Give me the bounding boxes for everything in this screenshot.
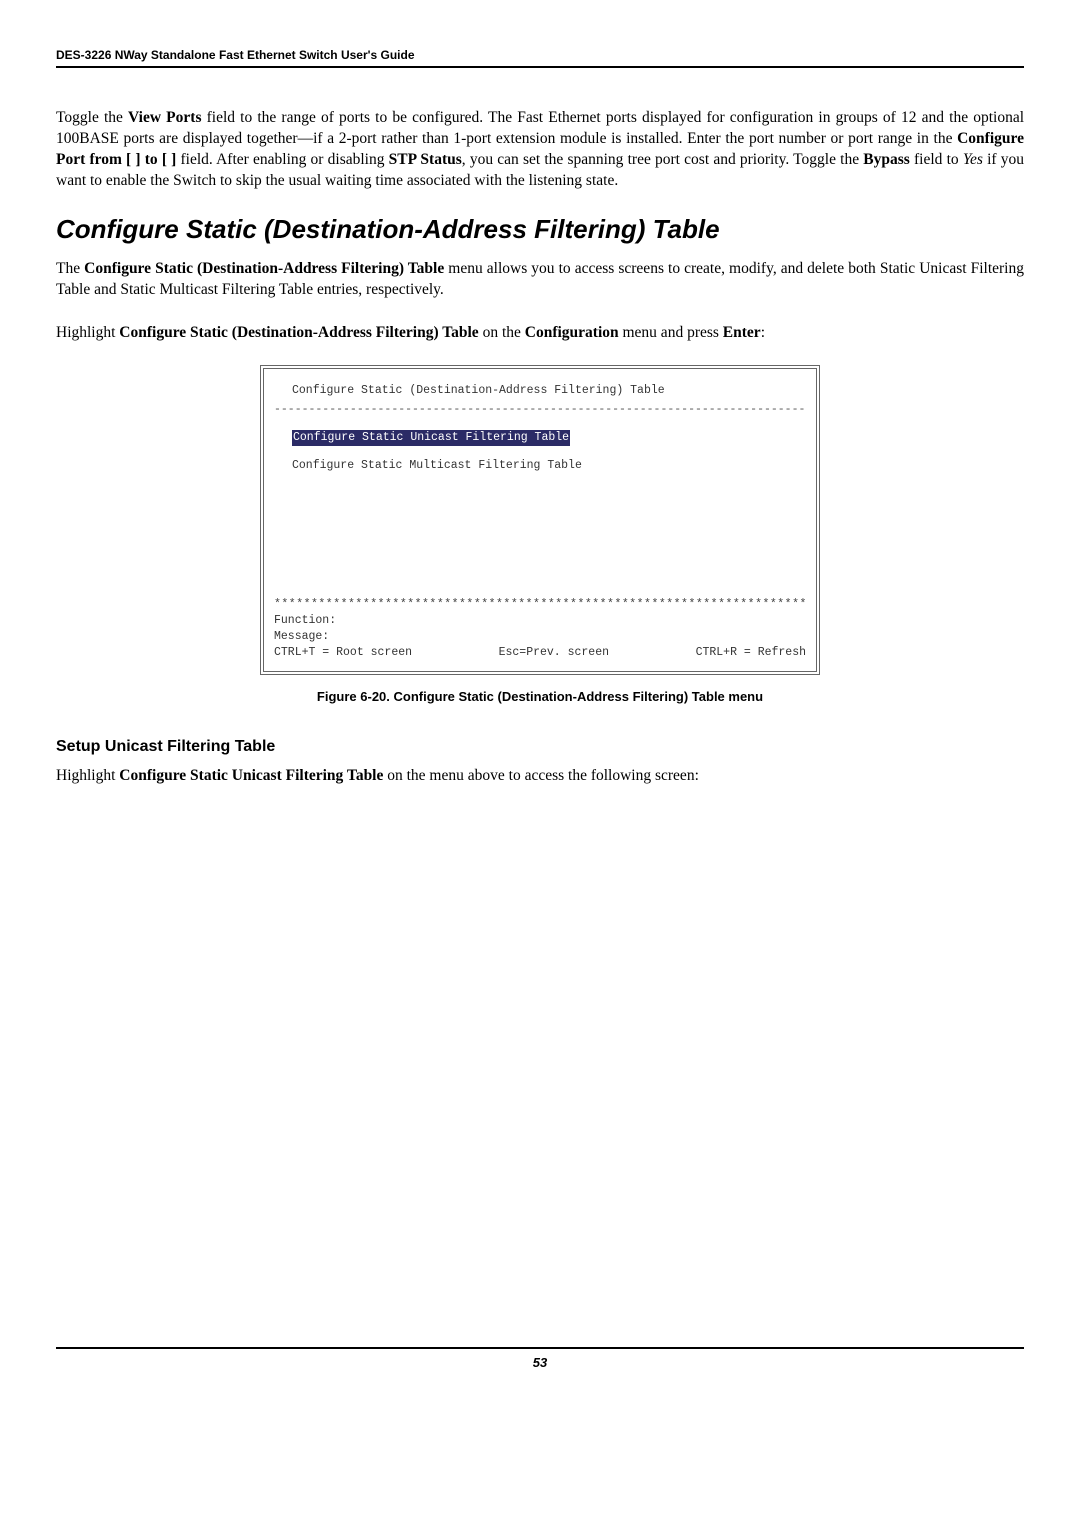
page-number: 53 [533, 1355, 547, 1370]
text: field to the range of ports to be config… [56, 109, 1024, 147]
bold: STP Status [389, 151, 462, 168]
figure-console: Configure Static (Destination-Address Fi… [56, 365, 1024, 675]
text: Highlight [56, 324, 119, 341]
text: Highlight [56, 767, 119, 784]
text: menu and press [619, 324, 723, 341]
console-refresh: CTRL+R = Refresh [696, 645, 806, 661]
text: : [761, 324, 765, 341]
bold: Bypass [863, 151, 910, 168]
console-message-line: Message: [274, 629, 806, 645]
bold: Enter [723, 324, 761, 341]
text: field to [910, 151, 963, 168]
sub-heading: Setup Unicast Filtering Table [56, 738, 1024, 756]
page-header: DES-3226 NWay Standalone Fast Ethernet S… [56, 48, 1024, 68]
bold: View Ports [128, 109, 201, 126]
text: on the [479, 324, 525, 341]
text: on the menu above to access the followin… [383, 767, 699, 784]
figure-caption: Figure 6-20. Configure Static (Destinati… [56, 689, 1024, 704]
console-title: Configure Static (Destination-Address Fi… [292, 383, 806, 399]
italic: Yes [963, 151, 983, 168]
text: The [56, 260, 84, 277]
console-esc: Esc=Prev. screen [499, 645, 609, 661]
console-screenshot: Configure Static (Destination-Address Fi… [260, 365, 820, 675]
console-menu-highlighted: Configure Static Unicast Filtering Table [292, 430, 570, 446]
page-footer: 53 [56, 1347, 1024, 1370]
paragraph-2: The Configure Static (Destination-Addres… [56, 259, 1024, 301]
console-function-line: Function: [274, 613, 806, 629]
console-divider: ----------------------------------------… [274, 402, 806, 418]
bold: Configure Static Unicast Filtering Table [119, 767, 383, 784]
paragraph-1: Toggle the View Ports field to the range… [56, 108, 1024, 192]
text: Toggle the [56, 109, 128, 126]
console-footer: ****************************************… [274, 597, 806, 661]
paragraph-3: Highlight Configure Static (Destination-… [56, 323, 1024, 344]
section-heading: Configure Static (Destination-Address Fi… [56, 214, 1024, 245]
console-menu-item: Configure Static Multicast Filtering Tab… [292, 458, 806, 474]
paragraph-4: Highlight Configure Static Unicast Filte… [56, 766, 1024, 787]
console-status-row: CTRL+T = Root screen Esc=Prev. screen CT… [274, 645, 806, 661]
text: field. After enabling or disabling [176, 151, 388, 168]
bold: Configuration [525, 324, 619, 341]
console-root: CTRL+T = Root screen [274, 645, 412, 661]
console-stars: ****************************************… [274, 597, 806, 613]
bold: Configure Static (Destination-Address Fi… [119, 324, 478, 341]
text: , you can set the spanning tree port cos… [462, 151, 864, 168]
bold: Configure Static (Destination-Address Fi… [84, 260, 444, 277]
